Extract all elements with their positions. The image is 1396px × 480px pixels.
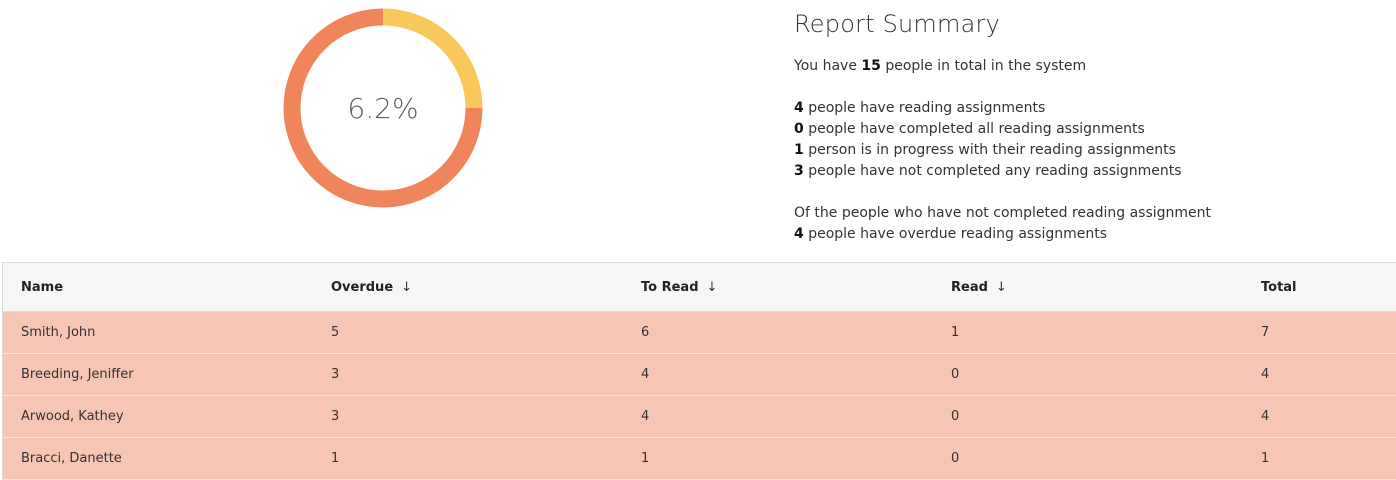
table-row[interactable]: Arwood, Kathey 3 4 0 4: [3, 396, 1396, 438]
summary-total-prefix: You have: [794, 58, 857, 74]
summary-title: Report Summary: [794, 10, 1000, 38]
header-label: Overdue: [331, 279, 394, 295]
cell-overdue: 3: [331, 367, 340, 382]
column-header-to-read[interactable]: To Read ↓: [623, 280, 933, 295]
overdue-intro: Of the people who have not completed rea…: [794, 205, 1212, 221]
cell-name: Bracci, Danette: [21, 451, 122, 466]
report-summary: Report Summary You have 15 people in tot…: [794, 8, 1354, 245]
cell-total: 4: [1261, 367, 1270, 382]
donut-center-label: 6.2%: [347, 91, 419, 125]
summary-stat-line: 3 people have not completed any reading …: [794, 161, 1354, 182]
table-row[interactable]: Smith, John 5 6 1 7: [3, 312, 1396, 354]
summary-overdue: Of the people who have not completed rea…: [794, 203, 1354, 245]
cell-total: 4: [1261, 409, 1270, 424]
table-row[interactable]: Breeding, Jeniffer 3 4 0 4: [3, 354, 1396, 396]
cell-name: Breeding, Jeniffer: [21, 367, 134, 382]
summary-stat-line: 4 people have reading assignments: [794, 98, 1354, 119]
stat-text: people have completed all reading assign…: [808, 121, 1145, 137]
report-page: 6.2% Report Summary You have 15 people i…: [0, 0, 1396, 480]
header-label: To Read: [641, 279, 699, 295]
overdue-line: 4 people have overdue reading assignment…: [794, 224, 1354, 245]
summary-total-line: You have 15 people in total in the syste…: [794, 56, 1354, 77]
cell-name: Arwood, Kathey: [21, 409, 124, 424]
cell-to-read: 4: [641, 367, 650, 382]
stat-text: people have not completed any reading as…: [808, 163, 1182, 179]
sort-descending-icon[interactable]: ↓: [707, 280, 718, 295]
column-header-name[interactable]: Name: [3, 280, 313, 295]
sort-descending-icon[interactable]: ↓: [401, 280, 412, 295]
table-row[interactable]: Bracci, Danette 1 1 0 1: [3, 438, 1396, 480]
cell-total: 1: [1261, 451, 1270, 466]
reading-assignments-table: Name Overdue ↓ To Read ↓ Read ↓ Total Smith…: [2, 262, 1396, 480]
stat-count: 1: [794, 142, 804, 158]
cell-to-read: 1: [641, 451, 650, 466]
cell-to-read: 4: [641, 409, 650, 424]
cell-read: 1: [951, 325, 960, 340]
header-label: Name: [21, 279, 64, 295]
cell-read: 0: [951, 409, 960, 424]
sort-descending-icon[interactable]: ↓: [996, 280, 1007, 295]
header-label: Total: [1261, 279, 1297, 295]
summary-total-suffix: people in total in the system: [885, 58, 1087, 74]
completion-donut-chart: 6.2%: [283, 8, 483, 208]
summary-stat-line: 0 people have completed all reading assi…: [794, 119, 1354, 140]
stat-text: person is in progress with their reading…: [808, 142, 1176, 158]
cell-total: 7: [1261, 325, 1270, 340]
cell-read: 0: [951, 451, 960, 466]
cell-overdue: 3: [331, 409, 340, 424]
cell-overdue: 1: [331, 451, 340, 466]
cell-read: 0: [951, 367, 960, 382]
table-header: Name Overdue ↓ To Read ↓ Read ↓ Total: [3, 263, 1396, 312]
cell-to-read: 6: [641, 325, 650, 340]
stat-count: 4: [794, 100, 804, 116]
overdue-count: 4: [794, 226, 804, 242]
cell-overdue: 5: [331, 325, 340, 340]
stat-text: people have reading assignments: [808, 100, 1046, 116]
column-header-total[interactable]: Total: [1243, 280, 1387, 295]
column-header-read[interactable]: Read ↓: [933, 280, 1243, 295]
summary-total-count: 15: [861, 58, 881, 74]
cell-name: Smith, John: [21, 325, 96, 340]
stat-count: 3: [794, 163, 804, 179]
summary-stats: 4 people have reading assignments 0 peop…: [794, 98, 1354, 182]
overdue-text: people have overdue reading assignments: [808, 226, 1108, 242]
stat-count: 0: [794, 121, 804, 137]
header-label: Read: [951, 279, 988, 295]
summary-stat-line: 1 person is in progress with their readi…: [794, 140, 1354, 161]
column-header-overdue[interactable]: Overdue ↓: [313, 280, 623, 295]
